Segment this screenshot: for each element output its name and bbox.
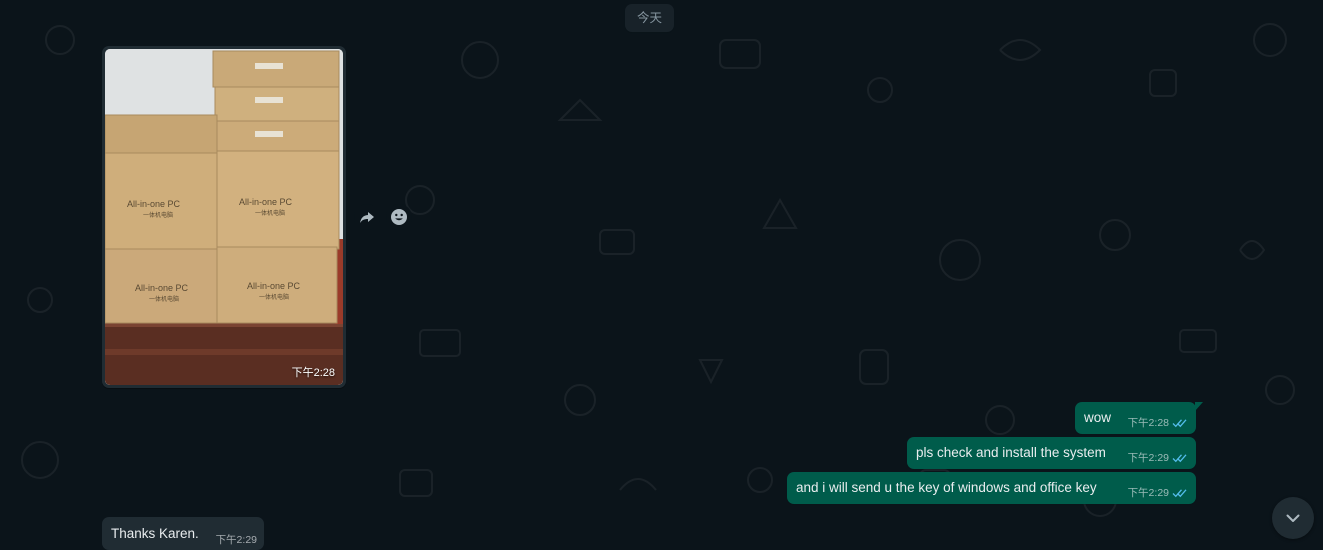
message-time: 下午2:28 [291, 367, 335, 379]
box-sublabel: 一体机电脑 [259, 293, 289, 301]
boxes-photo-illustration: All-in-one PC 一体机电脑 All-in-one PC 一体机电脑 … [105, 49, 343, 385]
outgoing-message[interactable]: wow 下午2:28 [1075, 402, 1203, 434]
date-divider: 今天 [625, 4, 675, 32]
outgoing-message[interactable]: and i will send u the key of windows and… [787, 472, 1196, 504]
emoji-icon [391, 209, 407, 225]
scroll-to-bottom-button[interactable] [1272, 497, 1314, 539]
box-sublabel: 一体机电脑 [255, 209, 285, 217]
box-sublabel: 一体机电脑 [149, 295, 179, 303]
message-time: 下午2:29 [215, 534, 257, 546]
message-time: 下午2:29 [1127, 452, 1169, 464]
message-text: Thanks Karen. [111, 526, 199, 541]
message-time: 下午2:29 [1127, 487, 1169, 499]
box-sublabel: 一体机电脑 [143, 211, 173, 219]
message-text: and i will send u the key of windows and… [796, 480, 1097, 495]
message-photo[interactable]: All-in-one PC 一体机电脑 All-in-one PC 一体机电脑 … [105, 49, 343, 385]
box-label: All-in-one PC [135, 283, 189, 293]
forward-button[interactable] [354, 204, 380, 230]
bubble-tail [1195, 402, 1203, 411]
outgoing-message[interactable]: pls check and install the system 下午2:29 [907, 437, 1196, 469]
forward-icon [360, 212, 374, 223]
chevron-down-icon [1286, 514, 1300, 522]
react-button[interactable] [386, 204, 412, 230]
incoming-message[interactable]: Thanks Karen. 下午2:29 [102, 517, 264, 550]
message-time: 下午2:28 [1127, 417, 1169, 429]
image-message[interactable]: All-in-one PC 一体机电脑 All-in-one PC 一体机电脑 … [102, 46, 346, 388]
double-check-icon [1172, 418, 1187, 427]
box-label: All-in-one PC [247, 281, 301, 291]
message-text: wow [1084, 410, 1112, 425]
box-label: All-in-one PC [239, 197, 293, 207]
message-text: pls check and install the system [916, 445, 1106, 460]
box-label: All-in-one PC [127, 199, 181, 209]
double-check-icon [1172, 453, 1187, 462]
double-check-icon [1172, 488, 1187, 497]
